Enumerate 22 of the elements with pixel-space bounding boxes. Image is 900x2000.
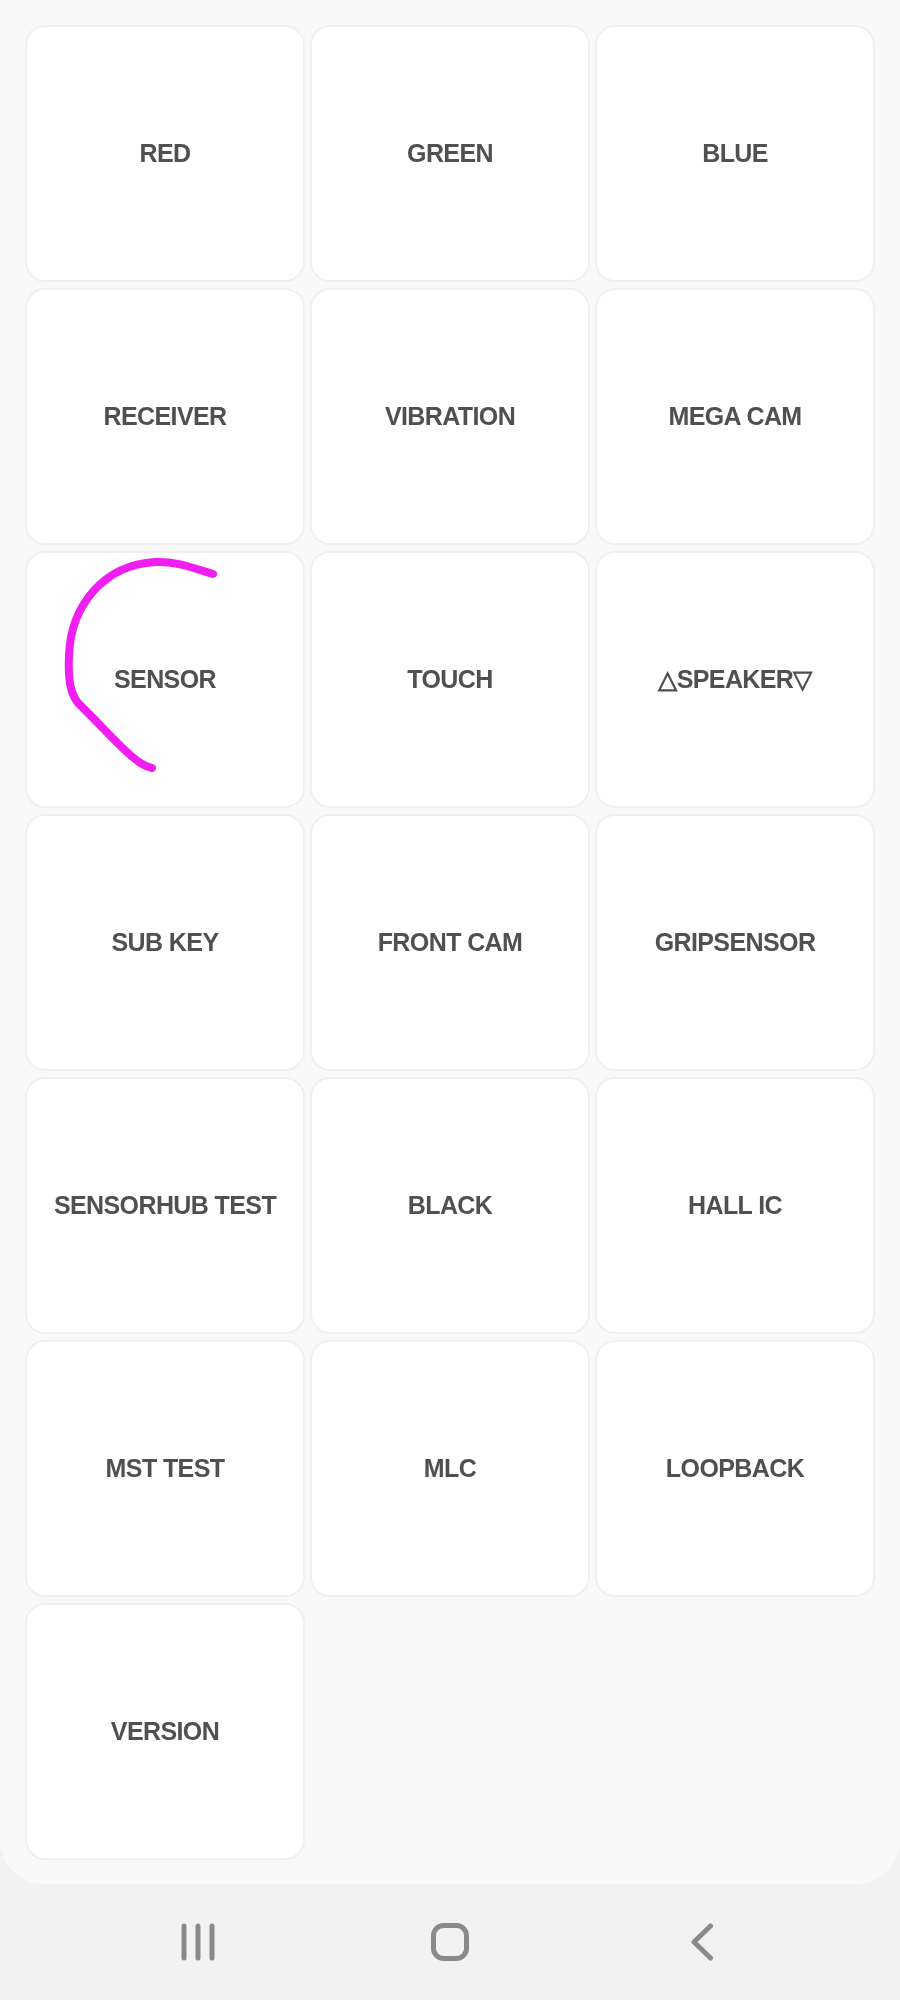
test-button[interactable]: BLUE [595,25,875,282]
test-button[interactable]: VIBRATION [310,288,590,545]
back-icon[interactable] [690,1923,714,1961]
test-button[interactable]: HALL IC [595,1077,875,1334]
test-button[interactable]: SUB KEY [25,814,305,1071]
recents-icon[interactable] [180,1923,216,1961]
test-button[interactable]: LOOPBACK [595,1340,875,1597]
test-button[interactable]: RECEIVER [25,288,305,545]
home-icon[interactable] [431,1923,469,1961]
test-button[interactable]: BLACK [310,1077,590,1334]
test-button[interactable]: MLC [310,1340,590,1597]
test-button[interactable]: GRIPSENSOR [595,814,875,1071]
test-button[interactable]: SENSOR [25,551,305,808]
test-button[interactable]: MEGA CAM [595,288,875,545]
test-button[interactable]: TOUCH [310,551,590,808]
test-button[interactable]: △SPEAKER▽ [595,551,875,808]
test-button[interactable]: RED [25,25,305,282]
test-button[interactable]: GREEN [310,25,590,282]
test-button[interactable]: VERSION [25,1603,305,1860]
test-button[interactable]: MST TEST [25,1340,305,1597]
test-button[interactable]: SENSORHUB TEST [25,1077,305,1334]
test-button[interactable]: FRONT CAM [310,814,590,1071]
